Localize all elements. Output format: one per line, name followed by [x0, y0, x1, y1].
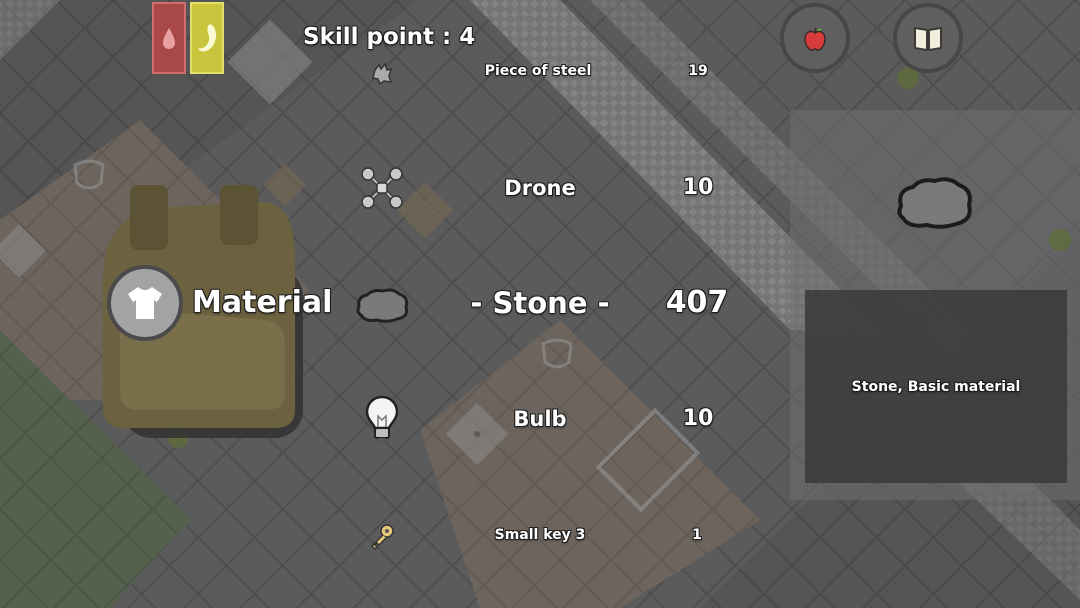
- bulb-icon: [362, 393, 402, 447]
- item-description: Stone, Basic material: [851, 378, 1021, 395]
- item-count-bulb: 10: [682, 406, 714, 431]
- steel-piece-icon: [368, 60, 396, 88]
- apple-icon: [804, 27, 826, 51]
- item-name-piece-of-steel[interactable]: Piece of steel: [485, 63, 592, 79]
- shirt-icon: [128, 287, 162, 319]
- item-name-stone-selected[interactable]: - Stone -: [470, 286, 609, 320]
- item-count-small-key-3: 1: [692, 527, 702, 543]
- item-count-piece-of-steel: 19: [688, 63, 708, 79]
- stone-icon: [897, 177, 972, 229]
- item-name-bulb[interactable]: Bulb: [513, 407, 566, 431]
- category-button[interactable]: [107, 265, 183, 341]
- item-name-drone[interactable]: Drone: [504, 176, 575, 200]
- item-count-stone: 407: [665, 285, 729, 320]
- selected-item-preview: [893, 172, 977, 234]
- drone-icon: [356, 162, 408, 214]
- key-icon: [366, 520, 398, 552]
- item-name-small-key-3[interactable]: Small key 3: [495, 527, 586, 543]
- food-button[interactable]: [780, 3, 850, 73]
- stone-icon: [352, 283, 412, 327]
- blood-drop-icon: [163, 28, 175, 49]
- book-icon: [914, 26, 942, 52]
- blood-status-bar: [152, 2, 186, 74]
- item-count-drone: 10: [682, 175, 714, 200]
- stomach-icon: [198, 24, 217, 52]
- item-description-panel: Stone, Basic material: [805, 290, 1067, 483]
- hunger-status-bar: [190, 2, 224, 74]
- category-label: Material: [192, 285, 333, 320]
- journal-button[interactable]: [893, 3, 963, 73]
- skill-points-label: Skill point : 4: [303, 24, 476, 50]
